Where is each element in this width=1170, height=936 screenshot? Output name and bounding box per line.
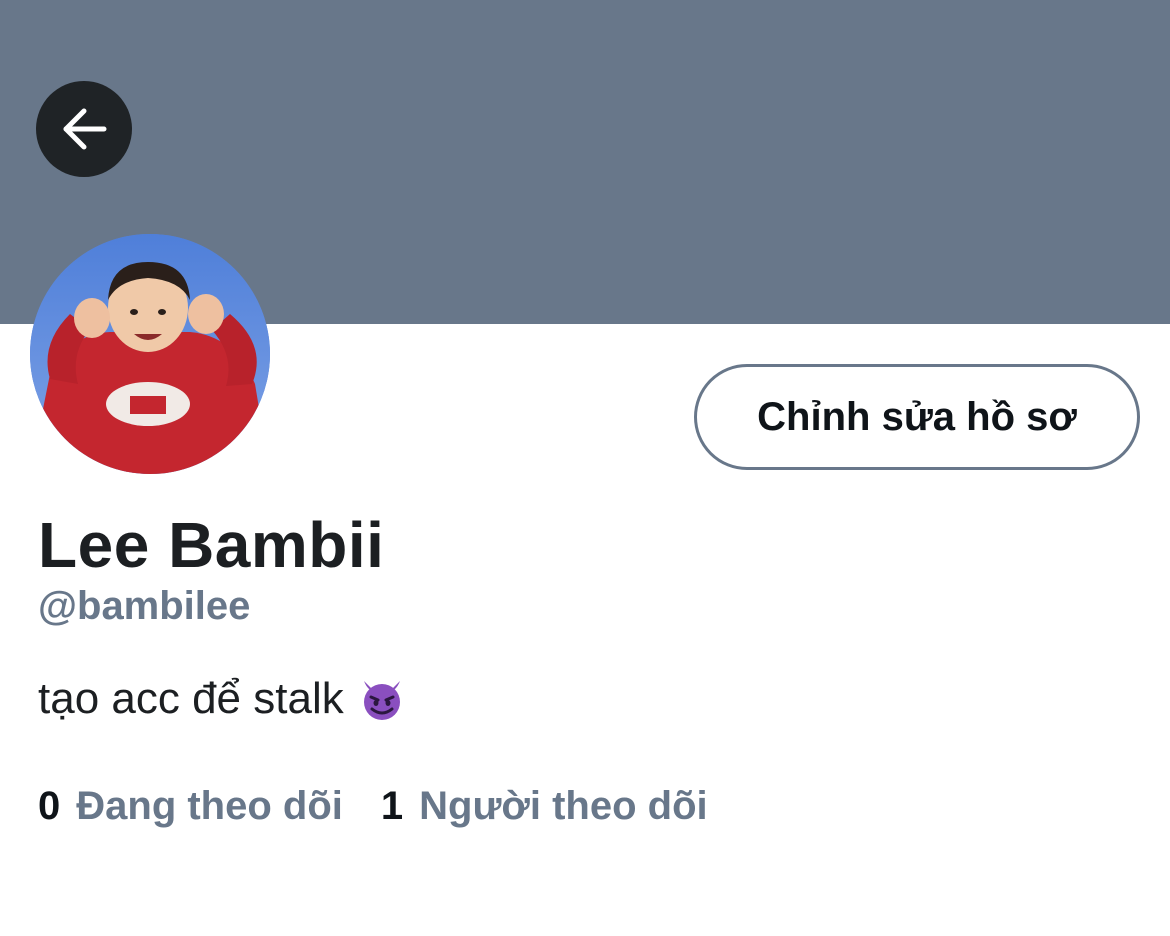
back-button[interactable] [36, 81, 132, 177]
follow-stats: 0 Đang theo dõi 1 Người theo dõi [38, 784, 746, 829]
edit-profile-button[interactable]: Chỉnh sửa hồ sơ [694, 364, 1140, 470]
followers-count: 1 [380, 784, 404, 828]
profile-page: Chỉnh sửa hồ sơ Lee Bambii @bambilee tạo… [0, 0, 1170, 936]
following-count: 0 [38, 784, 61, 828]
arrow-left-icon [63, 108, 107, 150]
followers-label: Người theo dõi [419, 784, 708, 828]
avatar-image [30, 234, 270, 474]
smiling-devil-emoji-icon [363, 681, 400, 720]
display-name: Lee Bambii [38, 509, 385, 581]
following-label: Đang theo dõi [76, 784, 343, 828]
avatar[interactable] [30, 234, 270, 474]
bio-text: tạo acc để stalk [38, 674, 344, 723]
username-handle: @bambilee [38, 584, 251, 628]
followers-link[interactable]: 1 Người theo dõi [381, 784, 708, 829]
following-link[interactable]: 0 Đang theo dõi [38, 784, 343, 829]
profile-bio: tạo acc để stalk [38, 674, 406, 724]
